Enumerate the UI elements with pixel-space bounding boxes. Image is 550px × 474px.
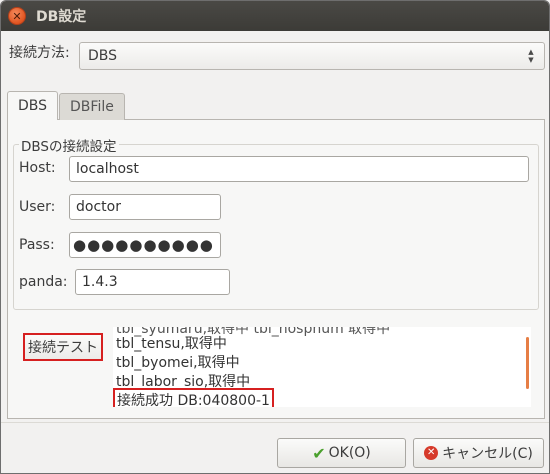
connection-method-select[interactable]: DBS ▲ ▼ bbox=[79, 42, 545, 70]
log-line: tbl_tensu,取得中 bbox=[116, 336, 227, 352]
connection-log[interactable]: tbl_syumaru,取得中 tbl_hospnum 取得中 tbl_tens… bbox=[113, 327, 531, 407]
tab-dbfile[interactable]: DBFile bbox=[59, 93, 125, 120]
connection-method-row: 接続方法: bbox=[9, 42, 70, 62]
close-icon[interactable]: ✕ bbox=[8, 7, 26, 25]
cancel-icon: ✕ bbox=[424, 446, 439, 460]
updown-arrow-icon: ▲ ▼ bbox=[528, 48, 534, 64]
divider bbox=[1, 422, 549, 423]
user-label: User: bbox=[19, 199, 56, 215]
window-title: DB設定 bbox=[36, 9, 87, 25]
pass-value: ●●●●●●●●●● bbox=[73, 236, 214, 254]
tab-bar: DBS DBFile bbox=[7, 91, 125, 120]
tab-dbs[interactable]: DBS bbox=[7, 91, 59, 120]
host-input[interactable]: localhost bbox=[69, 156, 529, 182]
db-settings-dialog: ✕ DB設定 接続方法: DBS ▲ ▼ DBS DBFile DBSの接続設定 … bbox=[0, 0, 550, 474]
cancel-label: キャンセル(C) bbox=[442, 446, 533, 462]
log-result-line: 接続成功 DB:040800-1 bbox=[113, 388, 274, 407]
panda-label: panda: bbox=[19, 274, 68, 290]
connection-method-label: 接続方法: bbox=[9, 45, 70, 61]
panda-input[interactable]: 1.4.3 bbox=[75, 269, 230, 295]
log-line: tbl_byomei,取得中 bbox=[116, 355, 240, 371]
ok-label: OK(O) bbox=[328, 445, 371, 461]
panda-value: 1.4.3 bbox=[82, 274, 118, 290]
user-input[interactable]: doctor bbox=[69, 194, 221, 220]
check-icon: ✔ bbox=[312, 443, 326, 463]
log-scrollbar[interactable] bbox=[526, 337, 529, 389]
ok-button[interactable]: ✔ OK(O) bbox=[277, 438, 406, 468]
tab-dbs-label: DBS bbox=[18, 98, 48, 114]
tab-dbfile-label: DBFile bbox=[70, 99, 114, 115]
pass-label: Pass: bbox=[19, 237, 55, 253]
group-title: DBSの接続設定 bbox=[19, 135, 119, 155]
titlebar: ✕ DB設定 bbox=[1, 1, 549, 31]
user-value: doctor bbox=[76, 199, 121, 215]
host-value: localhost bbox=[76, 161, 139, 177]
host-label: Host: bbox=[19, 160, 56, 176]
connection-test-button[interactable]: 接続テスト bbox=[23, 333, 103, 361]
pass-input[interactable]: ●●●●●●●●●● bbox=[69, 232, 221, 258]
connection-method-value: DBS bbox=[88, 48, 118, 64]
connection-test-label: 接続テスト bbox=[28, 340, 98, 356]
cancel-button[interactable]: ✕ キャンセル(C) bbox=[413, 438, 544, 468]
